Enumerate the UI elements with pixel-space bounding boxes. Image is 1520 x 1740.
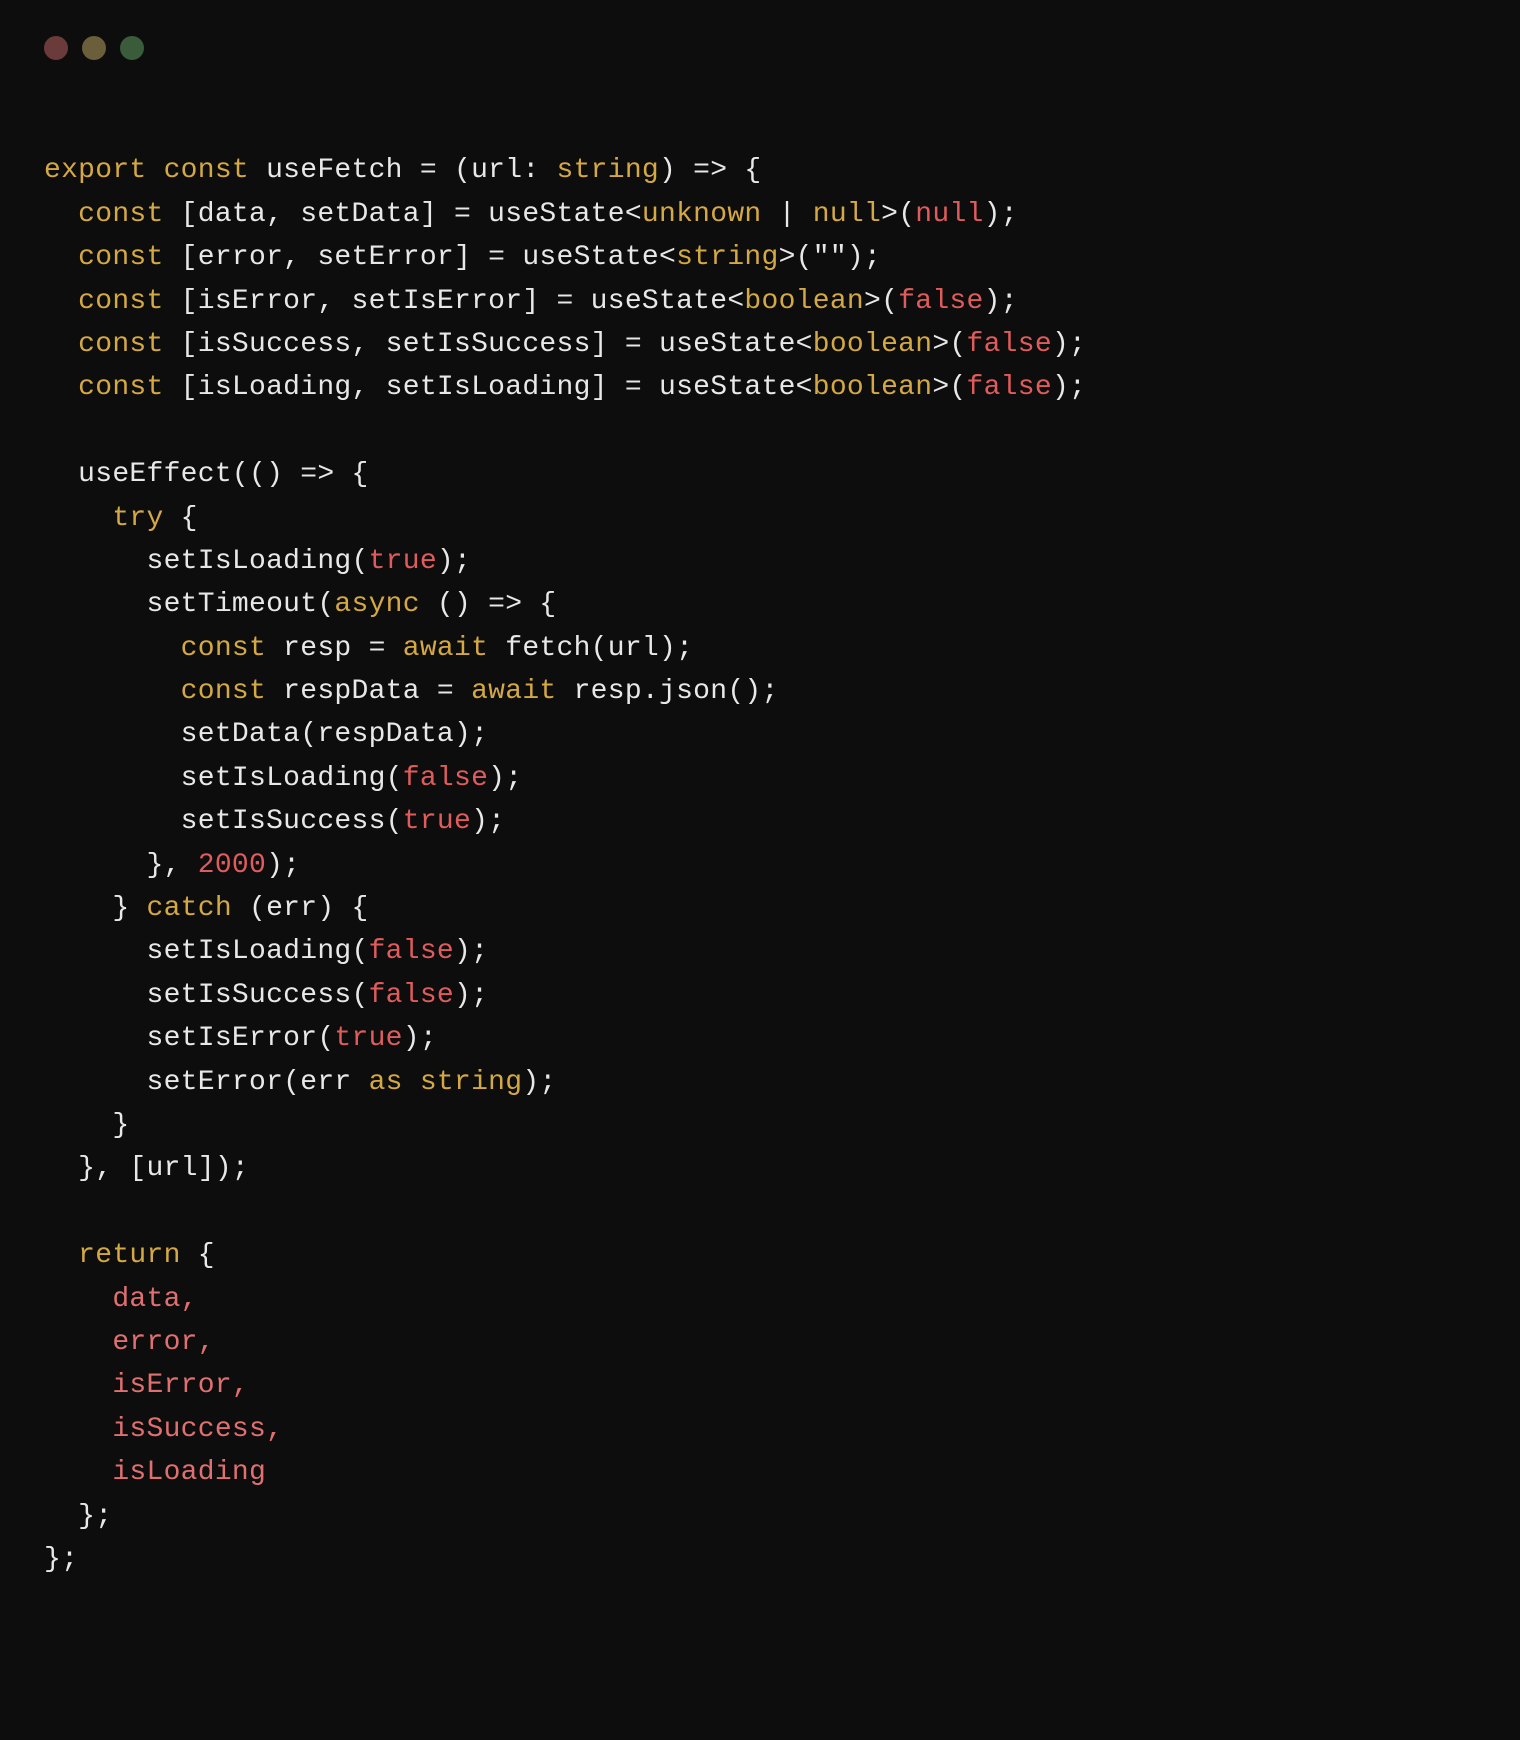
code-line-24: return { [44,1234,1520,1277]
code-line-10: setTimeout(async () => { [44,583,1520,626]
code-line-1: export const useFetch = (url: string) =>… [44,149,1520,192]
code-line-26: error, [44,1321,1520,1364]
code-line-23: }, [url]); [44,1147,1520,1190]
code-line-blank-2 [44,410,1520,453]
code-line-27: isError, [44,1364,1520,1407]
code-line-8: try { [44,497,1520,540]
code-editor: export const useFetch = (url: string) =>… [0,96,1520,1621]
code-line-14: setIsLoading(false); [44,757,1520,800]
code-line-20: setIsError(true); [44,1017,1520,1060]
code-line-11: const resp = await fetch(url); [44,627,1520,670]
code-line-5: const [isSuccess, setIsSuccess] = useSta… [44,323,1520,366]
code-line-25: data, [44,1278,1520,1321]
maximize-button[interactable] [120,36,144,60]
code-line-28: isSuccess, [44,1408,1520,1451]
code-line-blank-1 [44,106,1520,149]
traffic-lights [0,36,1520,96]
code-line-29: isLoading [44,1451,1520,1494]
code-line-12: const respData = await resp.json(); [44,670,1520,713]
code-line-15: setIsSuccess(true); [44,800,1520,843]
code-line-13: setData(respData); [44,713,1520,756]
code-line-16: }, 2000); [44,844,1520,887]
code-line-18: setIsLoading(false); [44,930,1520,973]
code-line-17: } catch (err) { [44,887,1520,930]
code-line-31: }; [44,1538,1520,1581]
code-line-blank-3 [44,1191,1520,1234]
code-line-4: const [isError, setIsError] = useState<b… [44,280,1520,323]
code-line-6: const [isLoading, setIsLoading] = useSta… [44,366,1520,409]
code-line-19: setIsSuccess(false); [44,974,1520,1017]
code-line-7: useEffect(() => { [44,453,1520,496]
code-line-9: setIsLoading(true); [44,540,1520,583]
window: export const useFetch = (url: string) =>… [0,0,1520,1621]
code-line-21: setError(err as string); [44,1061,1520,1104]
code-line-2: const [data, setData] = useState<unknown… [44,193,1520,236]
code-line-3: const [error, setError] = useState<strin… [44,236,1520,279]
minimize-button[interactable] [82,36,106,60]
close-button[interactable] [44,36,68,60]
code-line-30: }; [44,1495,1520,1538]
code-line-22: } [44,1104,1520,1147]
